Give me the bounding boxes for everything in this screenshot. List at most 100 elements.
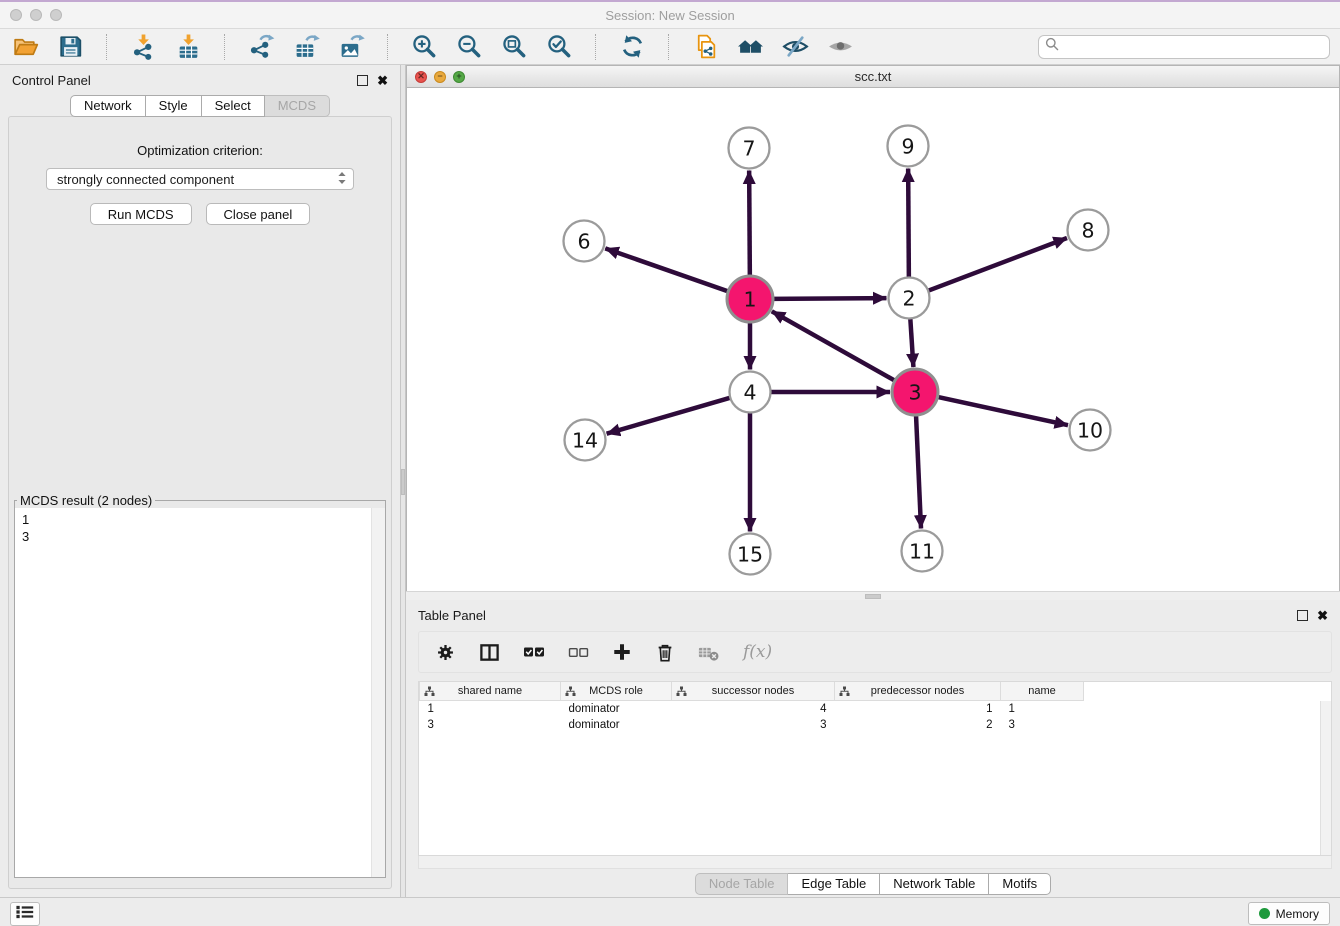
minimize-window-button[interactable]: [30, 9, 42, 21]
refresh-button[interactable]: [617, 31, 648, 62]
float-table-panel-button[interactable]: [1297, 610, 1308, 621]
graph-node-15[interactable]: 15: [730, 534, 771, 575]
search-box[interactable]: [1038, 35, 1330, 59]
import-table-button[interactable]: [173, 31, 204, 62]
zoom-in-button[interactable]: [409, 31, 440, 62]
graph-edge-2-9[interactable]: [908, 168, 909, 278]
horizontal-splitter[interactable]: [406, 591, 1340, 600]
network-graph[interactable]: 7 9 6 8 1 2 4 3 14 10 15 11: [407, 88, 1339, 591]
table-cell[interactable]: 3: [420, 717, 561, 733]
save-session-button[interactable]: [55, 31, 86, 62]
task-history-button[interactable]: [10, 902, 40, 926]
mcds-app-button[interactable]: [690, 31, 721, 62]
graph-node-7[interactable]: 7: [729, 128, 770, 169]
graph-edge-2-3[interactable]: [910, 317, 913, 367]
table-cell[interactable]: 3: [1001, 717, 1084, 733]
hide-selection-button[interactable]: [780, 31, 811, 62]
table-cell[interactable]: 1: [835, 701, 1001, 718]
close-table-panel-button[interactable]: ✖: [1317, 609, 1328, 622]
tab-network[interactable]: Network: [70, 95, 146, 117]
zoom-selected-button[interactable]: [544, 31, 575, 62]
export-image-button[interactable]: [336, 31, 367, 62]
zoom-out-button[interactable]: [454, 31, 485, 62]
close-panel-button[interactable]: ✖: [377, 74, 388, 87]
float-panel-button[interactable]: [357, 75, 368, 86]
table-cell[interactable]: 1: [420, 701, 561, 718]
run-mcds-button[interactable]: Run MCDS: [90, 203, 192, 225]
table-cell[interactable]: dominator: [561, 717, 672, 733]
table-horizontal-scrollbar[interactable]: [418, 856, 1332, 869]
mcds-result-list[interactable]: 13: [15, 508, 385, 877]
graph-edge-4-14[interactable]: [607, 397, 732, 433]
graph-node-3[interactable]: 3: [892, 369, 938, 415]
table-cell[interactable]: 2: [835, 717, 1001, 733]
zoom-fit-button[interactable]: [499, 31, 530, 62]
table-cell[interactable]: 4: [672, 701, 835, 718]
graph-edge-3-10[interactable]: [936, 397, 1068, 426]
column-header-shared-name[interactable]: shared name: [420, 682, 561, 701]
table-cell-filler: [1084, 701, 1332, 718]
graph-node-14[interactable]: 14: [565, 420, 606, 461]
graph-edge-1-7[interactable]: [749, 170, 750, 277]
maximize-window-button[interactable]: [50, 9, 62, 21]
split-view-button[interactable]: [479, 642, 500, 663]
open-session-button[interactable]: [10, 31, 41, 62]
column-sort-icon: [565, 686, 576, 700]
table-row[interactable]: 1dominator411: [420, 701, 1332, 718]
graph-node-11[interactable]: 11: [902, 531, 943, 572]
tab-mcds[interactable]: MCDS: [265, 95, 330, 117]
memory-button[interactable]: Memory: [1248, 902, 1330, 925]
network-canvas[interactable]: 7 9 6 8 1 2 4 3 14 10 15 11: [406, 88, 1340, 591]
tab-style[interactable]: Style: [146, 95, 202, 117]
column-header-name[interactable]: name: [1001, 682, 1084, 701]
splitter-grip[interactable]: [401, 469, 405, 495]
graph-node-8[interactable]: 8: [1068, 210, 1109, 251]
table-panel-header: Table Panel ✖: [406, 600, 1340, 630]
search-input[interactable]: [1059, 37, 1329, 57]
column-header-successor-nodes[interactable]: successor nodes: [672, 682, 835, 701]
graph-node-9[interactable]: 9: [888, 126, 929, 167]
optimization-criterion-select[interactable]: strongly connected component: [46, 168, 354, 190]
export-network-button[interactable]: [246, 31, 277, 62]
import-network-button[interactable]: [128, 31, 159, 62]
table-tab-node-table[interactable]: Node Table: [695, 873, 789, 895]
close-network-button[interactable]: ✕: [415, 71, 427, 83]
delete-selected-button[interactable]: [655, 642, 675, 663]
add-column-button[interactable]: [612, 642, 632, 662]
show-all-button[interactable]: [825, 31, 856, 62]
splitter-grip[interactable]: [865, 594, 881, 599]
table-cell[interactable]: dominator: [561, 701, 672, 718]
graph-node-2[interactable]: 2: [889, 278, 930, 319]
settings-gear-button[interactable]: [435, 642, 456, 663]
table-tab-motifs[interactable]: Motifs: [989, 873, 1051, 895]
close-window-button[interactable]: [10, 9, 22, 21]
graph-node-4[interactable]: 4: [730, 372, 771, 413]
select-all-checkboxes-button[interactable]: [523, 643, 545, 661]
export-table-button[interactable]: [291, 31, 322, 62]
close-panel-button-inline[interactable]: Close panel: [206, 203, 311, 225]
table-tab-edge-table[interactable]: Edge Table: [788, 873, 880, 895]
table-tab-network-table[interactable]: Network Table: [880, 873, 989, 895]
graph-edge-3-11[interactable]: [916, 414, 921, 529]
column-header-predecessor-nodes[interactable]: predecessor nodes: [835, 682, 1001, 701]
graph-edge-3-1[interactable]: [772, 311, 896, 381]
maximize-network-button[interactable]: +: [453, 71, 465, 83]
graph-node-10[interactable]: 10: [1070, 410, 1111, 451]
graph-node-label: 11: [909, 539, 935, 563]
graph-edge-1-2[interactable]: [772, 298, 887, 299]
column-header-mcds-role[interactable]: MCDS role: [561, 682, 672, 701]
graph-node-1[interactable]: 1: [727, 276, 773, 322]
table-cell[interactable]: 3: [672, 717, 835, 733]
minimize-network-button[interactable]: −: [434, 71, 446, 83]
table-scrollbar[interactable]: [1320, 701, 1331, 855]
clear-all-checkboxes-button[interactable]: [568, 644, 589, 661]
table-row[interactable]: 3dominator323: [420, 717, 1332, 733]
tab-select[interactable]: Select: [202, 95, 265, 117]
graph-edge-2-8[interactable]: [927, 238, 1067, 291]
network-window-titlebar[interactable]: ✕ − + scc.txt: [406, 65, 1340, 88]
result-scrollbar[interactable]: [371, 508, 385, 877]
home-button[interactable]: [735, 31, 766, 62]
graph-edge-1-6[interactable]: [605, 248, 729, 291]
graph-node-6[interactable]: 6: [564, 221, 605, 262]
table-cell[interactable]: 1: [1001, 701, 1084, 718]
